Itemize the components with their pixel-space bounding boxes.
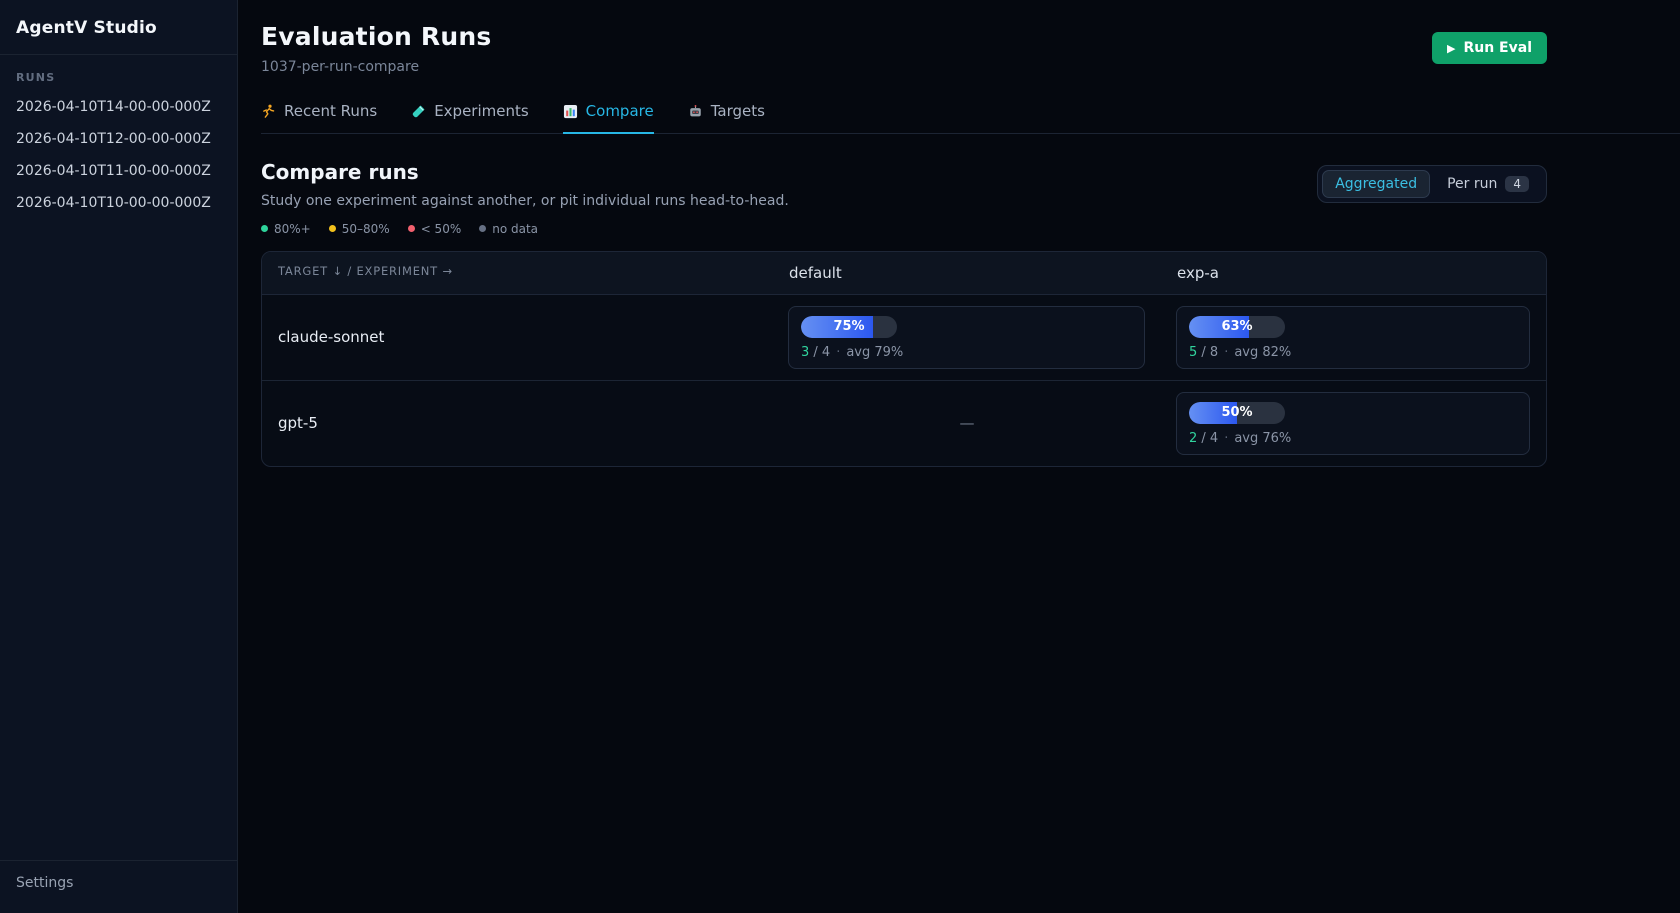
page-title: Evaluation Runs	[261, 22, 491, 51]
score-card: 75%3 / 4·avg 79%	[788, 306, 1145, 369]
sidebar-run-item[interactable]: 2026-04-10T12-00-00-000Z	[0, 123, 237, 155]
tab-targets[interactable]: Targets	[688, 102, 765, 134]
sidebar-run-item[interactable]: 2026-04-10T14-00-00-000Z	[0, 91, 237, 123]
total-count: / 4	[809, 345, 830, 360]
legend-item: 50–80%	[329, 222, 390, 236]
main-content: Evaluation Runs 1037-per-run-compare ▶ R…	[238, 0, 1680, 913]
page-subtitle: 1037-per-run-compare	[261, 59, 491, 75]
legend-item: < 50%	[408, 222, 462, 236]
stats-separator: ·	[1224, 345, 1228, 360]
sidebar-run-item[interactable]: 2026-04-10T11-00-00-000Z	[0, 155, 237, 187]
target-name: claude-sonnet	[262, 328, 773, 346]
score-cell-wrap: —	[773, 414, 1161, 432]
tab-label: Compare	[586, 102, 654, 120]
legend-dot	[329, 225, 336, 232]
avg-score: avg 82%	[1234, 345, 1291, 360]
test-tube-icon	[411, 104, 426, 119]
score-percent-label: 75%	[801, 316, 897, 338]
avg-score: avg 79%	[846, 345, 903, 360]
play-icon: ▶	[1447, 43, 1455, 54]
sidebar: AgentV Studio RUNS 2026-04-10T14-00-00-0…	[0, 0, 238, 913]
legend-dot	[261, 225, 268, 232]
compare-subtitle: Study one experiment against another, or…	[261, 193, 789, 209]
score-card: 50%2 / 4·avg 76%	[1176, 392, 1530, 455]
tab-experiments[interactable]: Experiments	[411, 102, 528, 134]
score-cell-wrap: 50%2 / 4·avg 76%	[1161, 381, 1546, 466]
per-run-count-badge: 4	[1505, 176, 1529, 192]
compare-table: TARGET ↓ / EXPERIMENT →defaultexp-a clau…	[261, 251, 1547, 467]
tab-recent-runs[interactable]: Recent Runs	[261, 102, 377, 134]
table-body: claude-sonnet75%3 / 4·avg 79%63%5 / 8·av…	[262, 295, 1546, 466]
score-stats: 3 / 4·avg 79%	[801, 345, 1132, 360]
runner-icon	[261, 104, 276, 119]
bar-chart-icon	[563, 104, 578, 119]
compare-title: Compare runs	[261, 160, 789, 184]
legend-dot	[479, 225, 486, 232]
score-cell-wrap: 63%5 / 8·avg 82%	[1161, 295, 1546, 380]
table-row: gpt-5—50%2 / 4·avg 76%	[262, 380, 1546, 466]
score-percent-label: 50%	[1189, 402, 1285, 424]
legend-dot	[408, 225, 415, 232]
legend-label: 50–80%	[342, 222, 390, 236]
score-stats: 5 / 8·avg 82%	[1189, 345, 1517, 360]
empty-cell-dash: —	[960, 414, 975, 432]
score-badge: 63%	[1189, 316, 1285, 338]
score-card: 63%5 / 8·avg 82%	[1176, 306, 1530, 369]
legend-label: 80%+	[274, 222, 311, 236]
column-header-exp-a: exp-a	[1161, 252, 1546, 294]
table-header-row: TARGET ↓ / EXPERIMENT →defaultexp-a	[262, 252, 1546, 295]
toggle-aggregated[interactable]: Aggregated	[1322, 170, 1430, 198]
target-name: gpt-5	[262, 414, 773, 432]
score-percent-label: 63%	[1189, 316, 1285, 338]
legend-item: no data	[479, 222, 538, 236]
stats-separator: ·	[836, 345, 840, 360]
settings-link[interactable]: Settings	[0, 860, 237, 913]
legend-label: no data	[492, 222, 538, 236]
avg-score: avg 76%	[1234, 431, 1291, 446]
legend: 80%+ 50–80% < 50% no data	[261, 222, 1547, 236]
tab-label: Experiments	[434, 102, 528, 120]
robot-icon	[688, 104, 703, 119]
score-cell-wrap: 75%3 / 4·avg 79%	[773, 295, 1161, 380]
run-eval-label: Run Eval	[1463, 40, 1532, 56]
toggle-per-run[interactable]: Per run 4	[1434, 170, 1542, 198]
table-corner-header: TARGET ↓ / EXPERIMENT →	[262, 252, 773, 294]
total-count: / 8	[1197, 345, 1218, 360]
sidebar-run-item[interactable]: 2026-04-10T10-00-00-000Z	[0, 187, 237, 219]
score-badge: 50%	[1189, 402, 1285, 424]
tab-label: Targets	[711, 102, 765, 120]
runs-list: 2026-04-10T14-00-00-000Z2026-04-10T12-00…	[0, 91, 237, 219]
legend-label: < 50%	[421, 222, 462, 236]
table-row: claude-sonnet75%3 / 4·avg 79%63%5 / 8·av…	[262, 295, 1546, 380]
stats-separator: ·	[1224, 431, 1228, 446]
runs-section-label: RUNS	[0, 55, 237, 91]
tab-compare[interactable]: Compare	[563, 102, 654, 134]
score-badge: 75%	[801, 316, 897, 338]
tab-label: Recent Runs	[284, 102, 377, 120]
legend-item: 80%+	[261, 222, 311, 236]
compare-header: Compare runs Study one experiment agains…	[261, 160, 1547, 209]
score-stats: 2 / 4·avg 76%	[1189, 431, 1517, 446]
column-header-default: default	[773, 252, 1161, 294]
view-mode-toggle: Aggregated Per run 4	[1317, 165, 1547, 203]
total-count: / 4	[1197, 431, 1218, 446]
run-eval-button[interactable]: ▶ Run Eval	[1432, 32, 1547, 64]
page-header: Evaluation Runs 1037-per-run-compare ▶ R…	[261, 0, 1547, 75]
app-title: AgentV Studio	[0, 0, 237, 55]
tab-bar: Recent Runs Experiments Compare Targets	[261, 102, 1680, 134]
